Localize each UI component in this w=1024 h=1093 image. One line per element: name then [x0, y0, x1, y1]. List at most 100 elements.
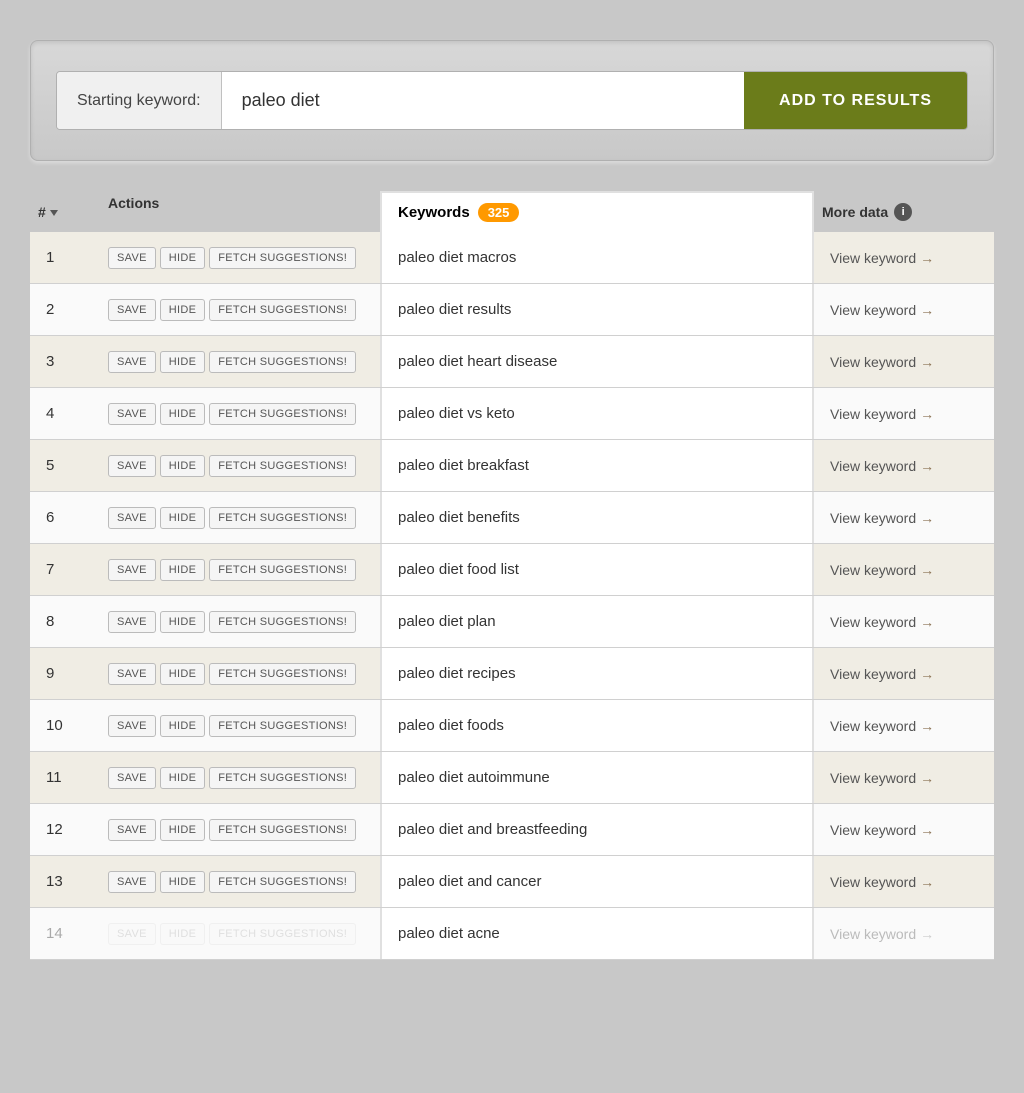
view-keyword-cell[interactable]: View keyword → — [814, 866, 994, 898]
save-button[interactable]: SAVE — [108, 299, 156, 321]
save-button[interactable]: SAVE — [108, 819, 156, 841]
hide-button[interactable]: HIDE — [160, 247, 205, 269]
hide-button[interactable]: HIDE — [160, 663, 205, 685]
view-keyword-link[interactable]: View keyword — [830, 614, 916, 630]
row-number: 1 — [30, 241, 100, 274]
view-keyword-link[interactable]: View keyword — [830, 354, 916, 370]
view-keyword-cell[interactable]: View keyword → — [814, 346, 994, 378]
row-actions: SAVE HIDE FETCH SUGGESTIONS! — [100, 865, 380, 899]
view-keyword-cell[interactable]: View keyword → — [814, 762, 994, 794]
view-keyword-cell[interactable]: View keyword → — [814, 450, 994, 482]
fetch-suggestions-button[interactable]: FETCH SUGGESTIONS! — [209, 871, 356, 893]
view-keyword-link[interactable]: View keyword — [830, 250, 916, 266]
hide-button[interactable]: HIDE — [160, 403, 205, 425]
view-keyword-cell: View keyword → — [814, 918, 994, 950]
keyword-cell: paleo diet plan — [380, 596, 814, 647]
hide-button[interactable]: HIDE — [160, 299, 205, 321]
save-button[interactable]: SAVE — [108, 455, 156, 477]
fetch-suggestions-button[interactable]: FETCH SUGGESTIONS! — [209, 403, 356, 425]
arrow-right-icon: → — [920, 874, 934, 890]
save-button[interactable]: SAVE — [108, 871, 156, 893]
hide-button[interactable]: HIDE — [160, 715, 205, 737]
view-keyword-cell[interactable]: View keyword → — [814, 554, 994, 586]
keyword-cell: paleo diet foods — [380, 700, 814, 751]
table-row: 9 SAVE HIDE FETCH SUGGESTIONS! paleo die… — [30, 648, 994, 700]
add-to-results-button[interactable]: ADD TO RESULTS — [744, 72, 967, 129]
hide-button[interactable]: HIDE — [160, 923, 205, 945]
save-button[interactable]: SAVE — [108, 767, 156, 789]
save-button[interactable]: SAVE — [108, 403, 156, 425]
col-header-more-data: More data i — [814, 191, 994, 232]
row-actions: SAVE HIDE FETCH SUGGESTIONS! — [100, 813, 380, 847]
row-actions: SAVE HIDE FETCH SUGGESTIONS! — [100, 449, 380, 483]
view-keyword-link[interactable]: View keyword — [830, 770, 916, 786]
row-number: 10 — [30, 709, 100, 742]
fetch-suggestions-button[interactable]: FETCH SUGGESTIONS! — [209, 351, 356, 373]
view-keyword-cell[interactable]: View keyword → — [814, 658, 994, 690]
view-keyword-link[interactable]: View keyword — [830, 562, 916, 578]
fetch-suggestions-button[interactable]: FETCH SUGGESTIONS! — [209, 819, 356, 841]
fetch-suggestions-button[interactable]: FETCH SUGGESTIONS! — [209, 715, 356, 737]
view-keyword-link[interactable]: View keyword — [830, 458, 916, 474]
row-number: 4 — [30, 397, 100, 430]
view-keyword-link[interactable]: View keyword — [830, 406, 916, 422]
keyword-cell: paleo diet and cancer — [380, 856, 814, 907]
save-button[interactable]: SAVE — [108, 611, 156, 633]
view-keyword-link[interactable]: View keyword — [830, 822, 916, 838]
save-button[interactable]: SAVE — [108, 351, 156, 373]
hide-button[interactable]: HIDE — [160, 767, 205, 789]
info-icon: i — [894, 203, 912, 221]
table-row: 11 SAVE HIDE FETCH SUGGESTIONS! paleo di… — [30, 752, 994, 804]
save-button[interactable]: SAVE — [108, 663, 156, 685]
fetch-suggestions-button[interactable]: FETCH SUGGESTIONS! — [209, 247, 356, 269]
row-number: 11 — [30, 761, 100, 794]
fetch-suggestions-button[interactable]: FETCH SUGGESTIONS! — [209, 455, 356, 477]
hide-button[interactable]: HIDE — [160, 351, 205, 373]
keywords-count-badge: 325 — [478, 203, 520, 222]
hide-button[interactable]: HIDE — [160, 819, 205, 841]
row-actions: SAVE HIDE FETCH SUGGESTIONS! — [100, 345, 380, 379]
table-row: 10 SAVE HIDE FETCH SUGGESTIONS! paleo di… — [30, 700, 994, 752]
hide-button[interactable]: HIDE — [160, 559, 205, 581]
fetch-suggestions-button[interactable]: FETCH SUGGESTIONS! — [209, 767, 356, 789]
view-keyword-link[interactable]: View keyword — [830, 510, 916, 526]
save-button[interactable]: SAVE — [108, 247, 156, 269]
col-header-num[interactable]: # — [30, 191, 100, 232]
row-actions: SAVE HIDE FETCH SUGGESTIONS! — [100, 917, 380, 951]
view-keyword-cell[interactable]: View keyword → — [814, 398, 994, 430]
save-button[interactable]: SAVE — [108, 923, 156, 945]
view-keyword-cell[interactable]: View keyword → — [814, 710, 994, 742]
hide-button[interactable]: HIDE — [160, 611, 205, 633]
view-keyword-cell[interactable]: View keyword → — [814, 242, 994, 274]
hide-button[interactable]: HIDE — [160, 871, 205, 893]
fetch-suggestions-button[interactable]: FETCH SUGGESTIONS! — [209, 611, 356, 633]
arrow-right-icon: → — [920, 718, 934, 734]
search-input[interactable] — [222, 72, 744, 129]
view-keyword-cell[interactable]: View keyword → — [814, 502, 994, 534]
fetch-suggestions-button[interactable]: FETCH SUGGESTIONS! — [209, 507, 356, 529]
arrow-right-icon: → — [920, 666, 934, 682]
view-keyword-cell[interactable]: View keyword → — [814, 606, 994, 638]
view-keyword-link[interactable]: View keyword — [830, 874, 916, 890]
view-keyword-link[interactable]: View keyword — [830, 302, 916, 318]
keyword-cell: paleo diet breakfast — [380, 440, 814, 491]
row-actions: SAVE HIDE FETCH SUGGESTIONS! — [100, 709, 380, 743]
save-button[interactable]: SAVE — [108, 507, 156, 529]
save-button[interactable]: SAVE — [108, 559, 156, 581]
row-number: 8 — [30, 605, 100, 638]
row-number: 5 — [30, 449, 100, 482]
keyword-cell: paleo diet results — [380, 284, 814, 335]
save-button[interactable]: SAVE — [108, 715, 156, 737]
fetch-suggestions-button[interactable]: FETCH SUGGESTIONS! — [209, 663, 356, 685]
hide-button[interactable]: HIDE — [160, 455, 205, 477]
view-keyword-cell[interactable]: View keyword → — [814, 294, 994, 326]
view-keyword-cell[interactable]: View keyword → — [814, 814, 994, 846]
view-keyword-link[interactable]: View keyword — [830, 666, 916, 682]
fetch-suggestions-button[interactable]: FETCH SUGGESTIONS! — [209, 559, 356, 581]
view-keyword-link[interactable]: View keyword — [830, 718, 916, 734]
hide-button[interactable]: HIDE — [160, 507, 205, 529]
arrow-right-icon: → — [920, 406, 934, 422]
row-actions: SAVE HIDE FETCH SUGGESTIONS! — [100, 293, 380, 327]
fetch-suggestions-button[interactable]: FETCH SUGGESTIONS! — [209, 299, 356, 321]
fetch-suggestions-button[interactable]: FETCH SUGGESTIONS! — [209, 923, 356, 945]
